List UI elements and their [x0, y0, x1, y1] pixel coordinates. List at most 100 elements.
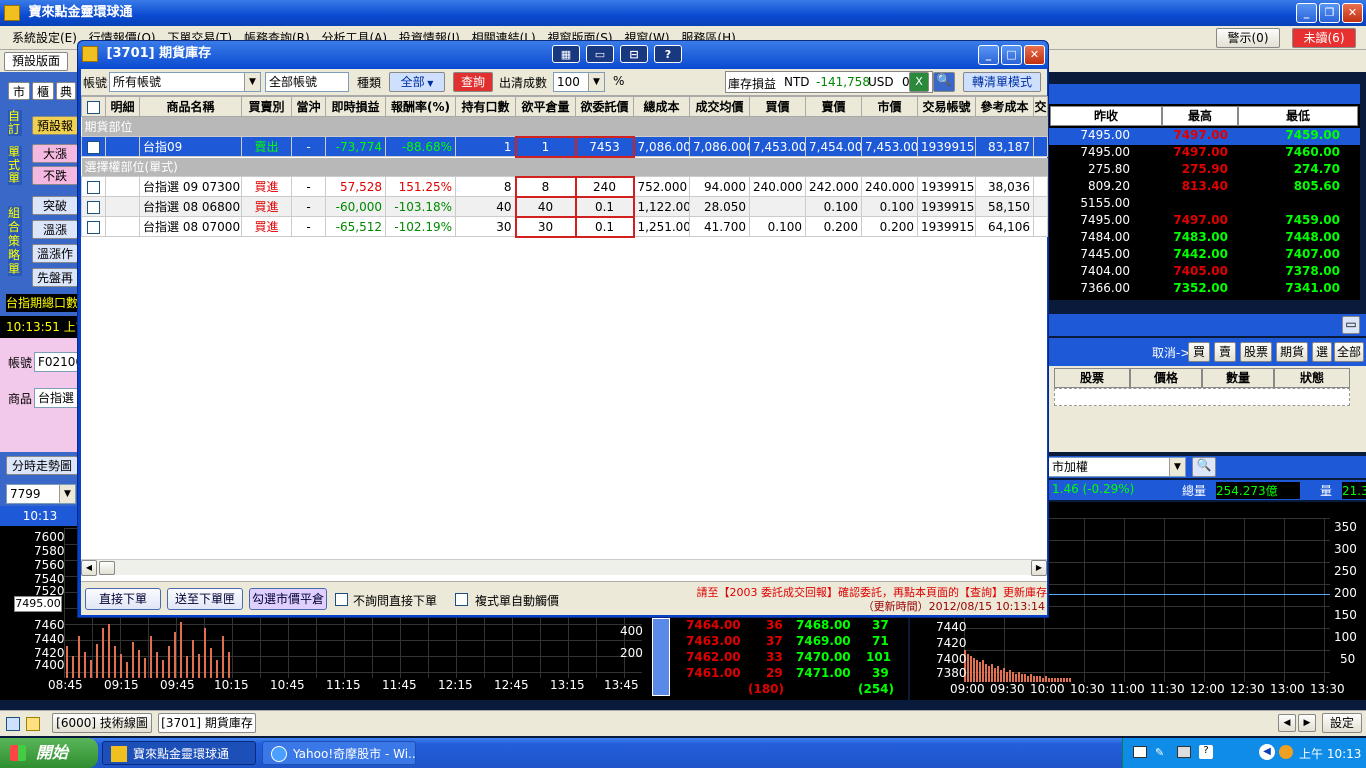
- row-checkbox[interactable]: [81, 216, 106, 237]
- auto-trigger-checkbox[interactable]: [455, 593, 468, 606]
- order-book-scrollbar[interactable]: [652, 618, 670, 696]
- float-icon[interactable]: ⊟: [620, 45, 648, 63]
- cancel-sell-button[interactable]: 賣: [1214, 342, 1236, 362]
- search-icon[interactable]: 🔍: [1192, 457, 1216, 477]
- col-holding-qty[interactable]: 持有口數: [455, 96, 516, 117]
- col-detail[interactable]: 明細: [105, 96, 140, 117]
- col-side[interactable]: 買賣別: [241, 96, 292, 117]
- scroll-left-icon[interactable]: ◀: [81, 560, 97, 576]
- tab-market[interactable]: 市: [8, 82, 30, 100]
- restore-icon[interactable]: ▭: [1342, 316, 1360, 334]
- code-select[interactable]: 7799 ▼: [6, 484, 76, 504]
- row-checkbox[interactable]: [81, 176, 106, 197]
- col-return-rate[interactable]: 報酬率(%): [385, 96, 456, 117]
- checkbox[interactable]: [87, 140, 100, 154]
- quote-row[interactable]: 7404.00 7405.00 7378.00: [1048, 264, 1360, 281]
- dialog-titlebar[interactable]: [3701] 期貨庫存 ▦ ▭ ⊟ ? _ □ ✕: [78, 41, 1048, 69]
- table-row[interactable]: 台指選 08 06800 P 買進 - -60,000 -103.18% 40 …: [81, 195, 1048, 218]
- quote-row[interactable]: 7484.00 7483.00 7448.00: [1048, 230, 1360, 247]
- type-dropdown[interactable]: 全部 ▼: [389, 72, 445, 92]
- tab-preset-layout[interactable]: 預設版面: [4, 52, 68, 71]
- table-row[interactable]: 台指選 09 07300 C 買進 - 57,528 151.25% 8 8 2…: [81, 175, 1048, 198]
- close-qty-input[interactable]: 40: [514, 195, 577, 218]
- switch-list-mode-button[interactable]: 轉清單模式: [963, 72, 1041, 92]
- strategy-button-mild[interactable]: 溫漲: [32, 220, 78, 239]
- scroll-right-icon[interactable]: ▶: [1031, 560, 1047, 576]
- close-qty-input[interactable]: 30: [514, 215, 577, 238]
- direct-no-confirm-checkbox[interactable]: [335, 593, 348, 606]
- order-price-input[interactable]: 7453: [574, 135, 635, 158]
- checkbox[interactable]: [87, 180, 100, 194]
- col-bid[interactable]: 買價: [749, 96, 806, 117]
- col-close-qty[interactable]: 欲平倉量: [515, 96, 576, 117]
- direct-order-button[interactable]: 直接下單: [85, 588, 161, 610]
- tray-expand-icon[interactable]: ◀: [1259, 744, 1275, 760]
- search-icon[interactable]: 🔍: [933, 72, 955, 92]
- taskbar-app-browser[interactable]: Yahoo!奇摩股市 - Wi...: [262, 741, 416, 765]
- menu-item[interactable]: 系統設定(E): [12, 31, 77, 45]
- help-tray-icon[interactable]: ?: [1199, 745, 1213, 759]
- quote-row[interactable]: 7495.00 7497.00 7459.00: [1048, 128, 1360, 145]
- strategy-button-mild2[interactable]: 溫漲作: [32, 244, 78, 263]
- cancel-all-button[interactable]: 全部: [1334, 342, 1364, 362]
- col-daytrade[interactable]: 當沖: [291, 96, 326, 117]
- account-select[interactable]: 所有帳號 ▼: [109, 72, 261, 92]
- send-to-order-box-button[interactable]: 送至下單匣: [167, 588, 243, 610]
- network-icon[interactable]: [1177, 746, 1191, 758]
- checkbox[interactable]: [87, 100, 100, 114]
- index-select[interactable]: 市加權 ▼: [1048, 457, 1186, 477]
- minimize-button[interactable]: _: [1296, 3, 1317, 23]
- col-realtime-pl[interactable]: 即時損益: [325, 96, 386, 117]
- order-price-input[interactable]: 240: [574, 175, 635, 198]
- tab-trend-chart[interactable]: 分時走勢圖: [6, 456, 78, 475]
- all-accounts-field[interactable]: 全部帳號: [265, 72, 349, 92]
- dock-icon[interactable]: ▭: [586, 45, 614, 63]
- query-button[interactable]: 查詢: [453, 72, 493, 92]
- cancel-stock-button[interactable]: 股票: [1240, 342, 1272, 362]
- prev-tab-icon[interactable]: ◀: [1278, 714, 1296, 732]
- detail-cell[interactable]: [105, 176, 140, 197]
- col-ask[interactable]: 賣價: [805, 96, 862, 117]
- strategy-button-nodrop[interactable]: 不跌: [32, 166, 78, 185]
- folder-icon[interactable]: [26, 717, 40, 731]
- strategy-button-first[interactable]: 先盤再: [32, 268, 78, 287]
- horizontal-scrollbar[interactable]: ◀ ▶: [81, 559, 1047, 576]
- order-price-input[interactable]: 0.1: [574, 195, 635, 218]
- maximize-button[interactable]: ❐: [1319, 3, 1340, 23]
- detail-cell[interactable]: [105, 196, 140, 217]
- settings-button[interactable]: 設定: [1322, 713, 1362, 733]
- start-button[interactable]: 開始: [0, 738, 98, 768]
- col-product-name[interactable]: 商品名稱: [139, 96, 242, 117]
- close-button[interactable]: ✕: [1342, 3, 1363, 23]
- col-market[interactable]: 市價: [861, 96, 918, 117]
- scroll-thumb[interactable]: [99, 561, 115, 575]
- product-field[interactable]: 台指選: [34, 388, 78, 408]
- table-row[interactable]: 台指選 08 07000 P 買進 - -65,512 -102.19% 30 …: [81, 215, 1048, 238]
- tab-classic[interactable]: 典: [56, 82, 76, 100]
- account-field[interactable]: F021000: [34, 352, 78, 372]
- pen-icon[interactable]: ✎: [1155, 746, 1167, 759]
- dialog-minimize-button[interactable]: _: [978, 45, 999, 65]
- quote-row[interactable]: 7495.00 7497.00 7460.00: [1048, 145, 1360, 162]
- checkbox[interactable]: [87, 220, 100, 234]
- dialog-maximize-button[interactable]: □: [1001, 45, 1022, 65]
- row-checkbox[interactable]: [81, 196, 106, 217]
- next-tab-icon[interactable]: ▶: [1298, 714, 1316, 732]
- col-trade-account[interactable]: 交易帳號: [917, 96, 976, 117]
- cancel-options-button[interactable]: 選: [1312, 342, 1332, 362]
- window-tab-inventory[interactable]: [3701] 期貨庫存: [158, 713, 256, 733]
- col-order-price[interactable]: 欲委託價: [575, 96, 634, 117]
- warning-button[interactable]: 警示(0): [1216, 28, 1280, 48]
- row-checkbox[interactable]: [81, 136, 106, 157]
- help-icon[interactable]: ?: [654, 45, 682, 63]
- cancel-buy-button[interactable]: 買: [1188, 342, 1210, 362]
- keyboard-icon[interactable]: [1133, 746, 1147, 758]
- checkbox[interactable]: [87, 200, 100, 214]
- col-avg-price[interactable]: 成交均價: [689, 96, 750, 117]
- window-icon[interactable]: [6, 717, 20, 731]
- detail-cell[interactable]: [105, 136, 140, 157]
- quote-row[interactable]: 809.20 813.40 805.60: [1048, 179, 1360, 196]
- window-tab-chart[interactable]: [6000] 技術線圖: [52, 713, 152, 733]
- layout-icon[interactable]: ▦: [552, 45, 580, 63]
- strategy-button-preset[interactable]: 預設報: [32, 116, 78, 135]
